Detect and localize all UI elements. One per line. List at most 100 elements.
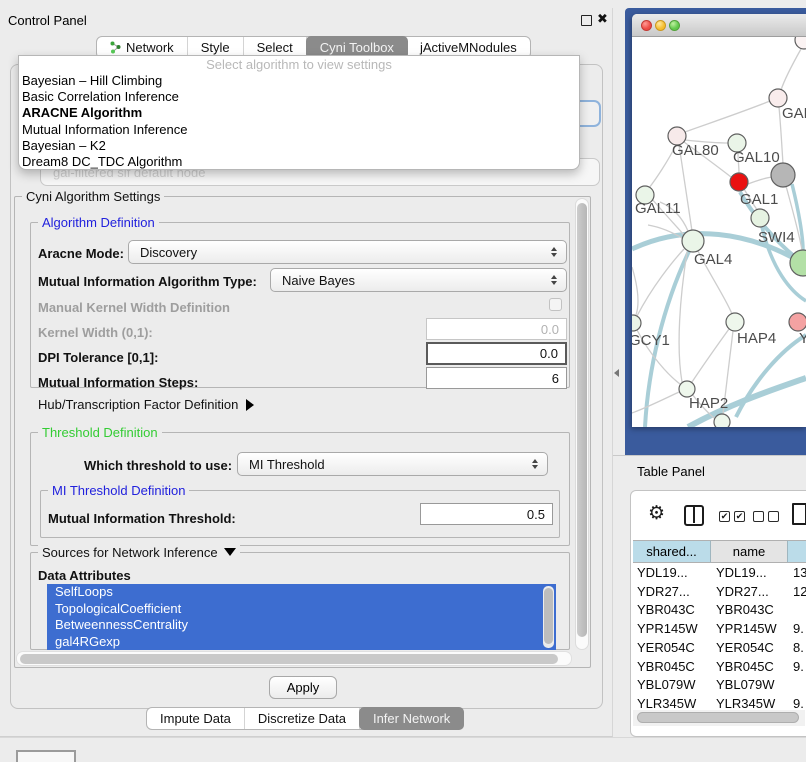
column-header-shared[interactable]: shared... (633, 540, 711, 563)
dpi-tolerance-field[interactable]: 0.0 (426, 342, 567, 365)
hub-definition-toggle[interactable]: Hub/Transcription Factor Definition (38, 397, 254, 412)
attribute-item-selfloops[interactable]: SelfLoops (47, 584, 556, 601)
node-label: GAL80 (672, 142, 719, 159)
aracne-mode-combo[interactable]: Discovery (128, 240, 567, 264)
manual-kernel-checkbox[interactable] (549, 298, 562, 311)
table-cell: YDR27... (637, 582, 690, 601)
float-window-icon[interactable] (581, 15, 592, 26)
node-label: HAP4 (737, 330, 776, 347)
attribute-item-topologicalcoefficient[interactable]: TopologicalCoefficient (47, 601, 556, 618)
screen: Control Panel ✖ NetworkStyleSelectCyni T… (0, 0, 806, 762)
settings-horizontal-scrollbar[interactable] (16, 651, 572, 666)
splitter-collapse-icon[interactable] (614, 369, 619, 377)
network-node-gal4[interactable] (682, 230, 704, 252)
table-row[interactable]: YDL19...YDL19...13 (633, 563, 806, 582)
attribute-item-gal4rgexp[interactable]: gal4RGexp (47, 634, 556, 651)
cyni-mode-tab-bar: Impute DataDiscretize DataInfer Network (146, 707, 464, 730)
algorithm-dropdown-popup: Select algorithm to view settings Bayesi… (18, 55, 580, 170)
table-row[interactable]: YER054CYER054C8. (633, 638, 806, 657)
table-cell: YBL079W (637, 675, 696, 694)
kernel-width-label: Kernel Width (0,1): (38, 325, 153, 340)
network-node-gcy1[interactable] (632, 315, 641, 331)
algorithm-option-dream8-dc-tdc-algorithm[interactable]: Dream8 DC_TDC Algorithm (19, 154, 579, 170)
control-panel-title: Control Panel (8, 13, 87, 28)
table-row[interactable]: YDR27... YDR27... 12 (633, 582, 806, 601)
sources-legend[interactable]: Sources for Network Inference (38, 545, 240, 560)
table-header-row: shared...name (633, 540, 806, 563)
attributes-list-scrollbar[interactable] (543, 586, 554, 648)
dropdown-hint: Select algorithm to view settings (19, 56, 579, 73)
table-cell: YER054C (716, 638, 774, 657)
control-panel-window: Control Panel ✖ NetworkStyleSelectCyni T… (0, 8, 613, 737)
table-row[interactable]: YBR045CYBR045C9. (633, 657, 806, 676)
table-row[interactable]: YBL079W YBL079W (633, 675, 806, 694)
node-label: GAL4 (694, 251, 732, 268)
settings-legend: Cyni Algorithm Settings (22, 189, 164, 204)
combo-spinner-icon (551, 247, 557, 257)
table-cell: YBR043C (716, 600, 774, 619)
which-threshold-combo[interactable]: MI Threshold (237, 452, 548, 476)
kernel-width-field[interactable]: 0.0 (426, 318, 567, 340)
mi-algorithm-type-combo[interactable]: Naive Bayes (270, 268, 567, 292)
table-panel-title: Table Panel (637, 464, 705, 479)
node-label: GAL10 (733, 149, 780, 166)
node-label: HAP2 (689, 395, 728, 412)
algorithm-option-aracne-algorithm[interactable]: ARACNE Algorithm (19, 105, 579, 121)
table-cell: YBL079W (716, 675, 775, 694)
tab-discretize-data[interactable]: Discretize Data (245, 708, 360, 729)
mi-threshold-label: Mutual Information Threshold: (48, 511, 236, 526)
expanded-arrow-icon (224, 548, 236, 556)
apply-button[interactable]: Apply (269, 676, 337, 699)
attribute-item-betweennesscentrality[interactable]: BetweennessCentrality (47, 617, 556, 634)
column-header-2[interactable] (788, 540, 806, 563)
network-node-gal1[interactable] (730, 173, 748, 191)
mac-zoom-icon[interactable] (669, 20, 680, 31)
gear-icon[interactable]: ⚙ (648, 502, 665, 525)
table-cell: YDR27... (716, 582, 769, 601)
minimized-panel-stub[interactable] (16, 750, 76, 762)
network-node-y[interactable] (789, 313, 806, 331)
deselect-checks-icon[interactable] (753, 511, 779, 522)
table-cell: YDL19... (716, 563, 767, 582)
tab-impute-data[interactable]: Impute Data (147, 708, 245, 729)
node-label: GAL11 (635, 200, 681, 217)
tab-infer-network[interactable]: Infer Network (359, 707, 464, 730)
table-row[interactable]: YPR145WYPR145W9. (633, 619, 806, 638)
table-cell: YBR045C (637, 657, 695, 676)
algorithm-option-mutual-information-inference[interactable]: Mutual Information Inference (19, 122, 579, 138)
panel-bottom-divider (0, 737, 806, 738)
table-cell: 12 (793, 582, 806, 601)
node-label: GAL1 (740, 191, 778, 208)
table-horizontal-scrollbar[interactable] (633, 710, 805, 726)
network-node-hap4[interactable] (726, 313, 744, 331)
network-node[interactable] (795, 37, 806, 49)
settings-vertical-scrollbar[interactable] (575, 198, 589, 650)
column-header-name[interactable]: name (711, 540, 788, 563)
mac-minimize-icon[interactable] (655, 20, 666, 31)
table-cell: YER054C (637, 638, 695, 657)
algorithm-option-bayesian-k2[interactable]: Bayesian – K2 (19, 138, 579, 154)
which-threshold-label: Which threshold to use: (84, 458, 232, 473)
mi-steps-field[interactable]: 6 (426, 367, 567, 389)
node-label: GCY1 (632, 332, 670, 349)
table-body: YDL19...YDL19...13YDR27...YDR27...12YBR0… (633, 563, 806, 712)
data-attributes-list: SelfLoopsTopologicalCoefficientBetweenne… (47, 584, 556, 650)
threshold-definition-legend: Threshold Definition (38, 425, 162, 440)
mi-type-label: Mutual Information Algorithm Type: (38, 274, 257, 289)
node-label: Y (799, 330, 806, 347)
node-label: GAL (782, 105, 806, 122)
algorithm-definition-legend: Algorithm Definition (38, 215, 159, 230)
mi-threshold-field[interactable]: 0.5 (420, 503, 553, 525)
export-table-icon[interactable] (792, 503, 806, 525)
network-node[interactable] (714, 414, 730, 427)
select-all-checks-icon[interactable]: ✔✔ (719, 511, 745, 522)
algorithm-option-basic-correlation-inference[interactable]: Basic Correlation Inference (19, 89, 579, 105)
network-node[interactable] (771, 163, 795, 187)
split-columns-icon[interactable] (684, 505, 704, 526)
network-node-swi4[interactable] (751, 209, 769, 227)
network-canvas[interactable]: GALGAL80GAL10GAL1GAL11SWI4GAL4GCY1HAP4YH… (632, 37, 806, 427)
close-icon[interactable]: ✖ (597, 11, 608, 27)
algorithm-option-bayesian-hill-climbing[interactable]: Bayesian – Hill Climbing (19, 73, 579, 89)
mac-close-icon[interactable] (641, 20, 652, 31)
table-row[interactable]: YBR043CYBR043C (633, 600, 806, 619)
